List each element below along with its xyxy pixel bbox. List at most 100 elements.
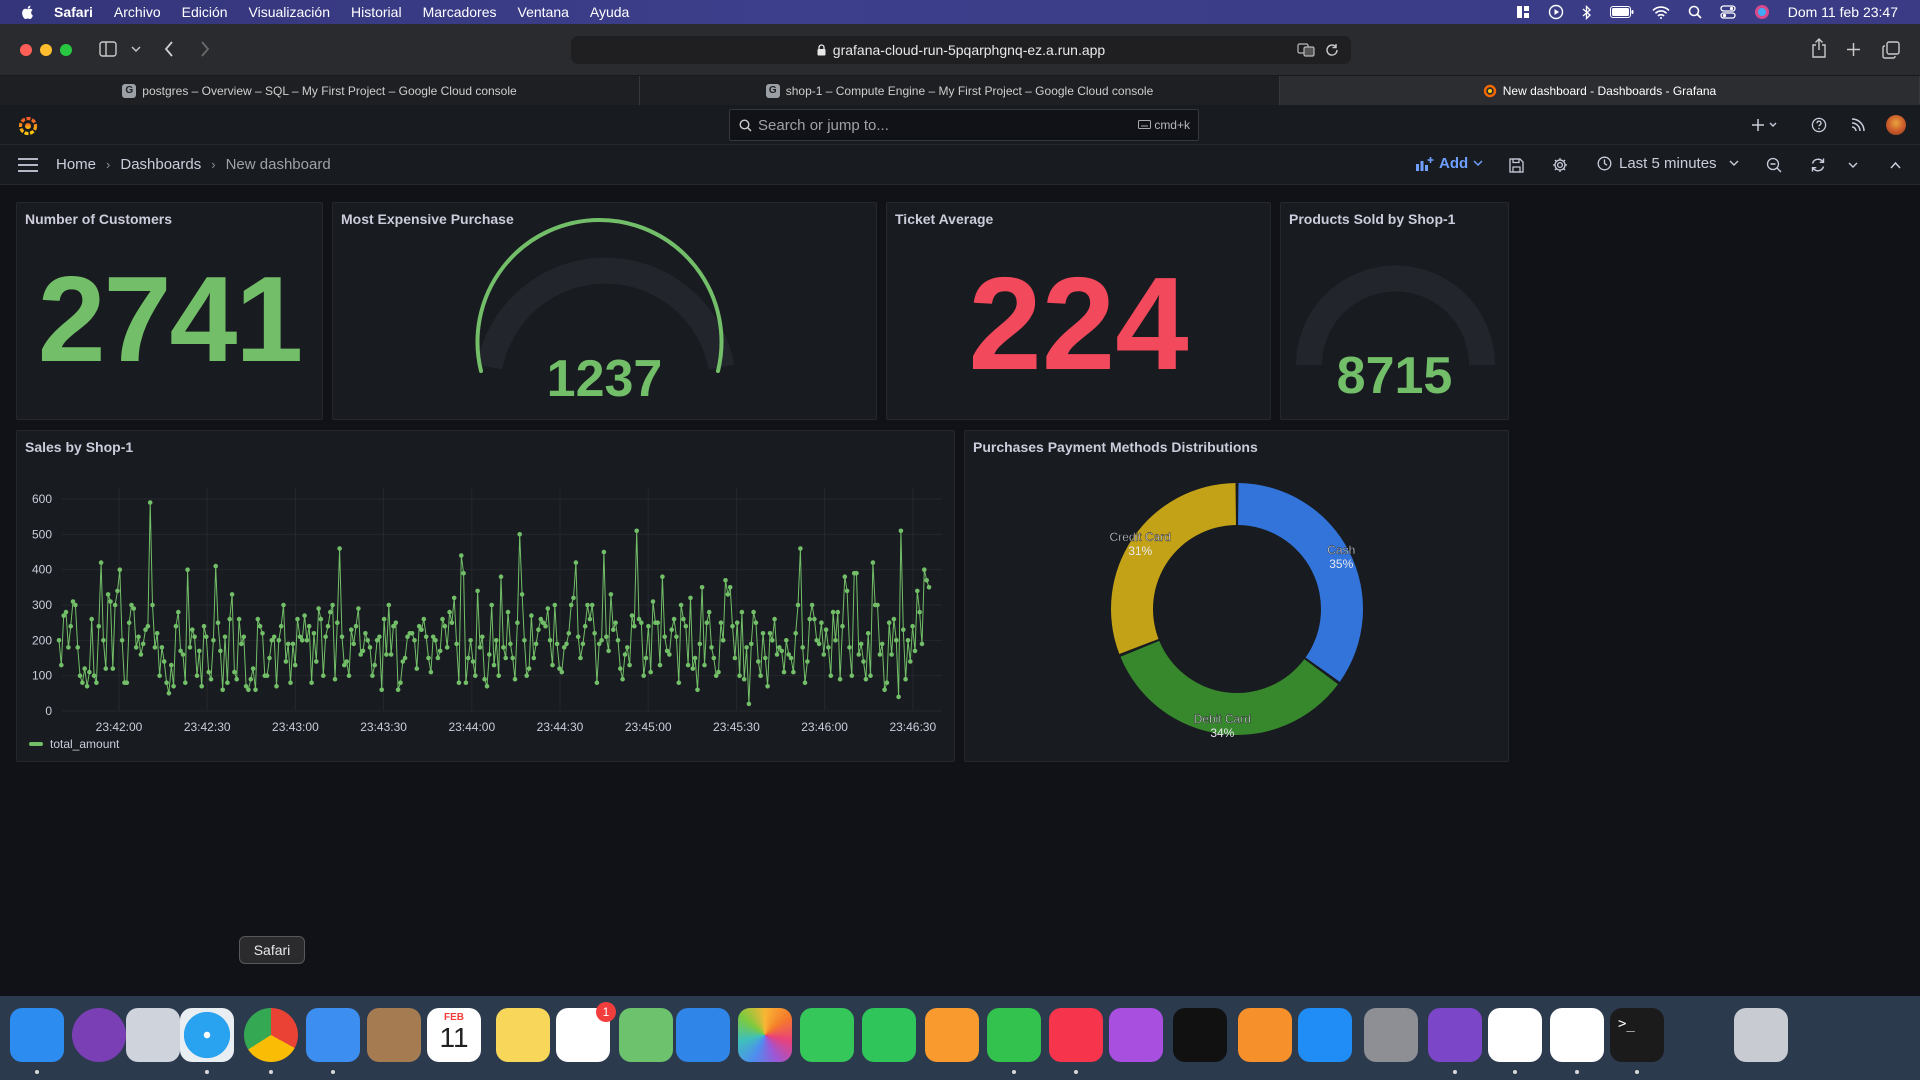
contacts-icon[interactable] [367, 1008, 421, 1062]
messages-icon[interactable] [800, 1008, 854, 1062]
tab-postgres[interactable]: G postgres – Overview – SQL – My First P… [0, 76, 640, 105]
data-point [774, 652, 780, 657]
chevron-down-icon[interactable] [131, 46, 141, 53]
panel-sales-by-shop[interactable]: Sales by Shop-1 0 100 200 300 400 500 600 23:42… [16, 430, 955, 762]
podcasts-icon[interactable] [1109, 1008, 1163, 1062]
panel-products-sold[interactable]: Products Sold by Shop-1 8715 [1280, 202, 1509, 420]
data-point [709, 645, 714, 650]
user-avatar[interactable] [1886, 115, 1906, 135]
data-point [613, 620, 618, 625]
tab-overview-icon[interactable] [1882, 41, 1900, 59]
data-point [812, 616, 817, 622]
menu-ayuda[interactable]: Ayuda [590, 4, 629, 20]
grafana-logo-icon[interactable] [16, 113, 40, 137]
siri-menu-icon[interactable] [1754, 4, 1770, 20]
panel-payment-methods[interactable]: Purchases Payment Methods Distributions … [964, 430, 1509, 762]
menu-archivo[interactable]: Archivo [114, 4, 161, 20]
calendar-icon[interactable]: FEB 11 [427, 1008, 481, 1062]
pages-icon[interactable] [925, 1008, 979, 1062]
panel-ticket-average[interactable]: Ticket Average 224 [886, 202, 1271, 420]
reload-icon[interactable] [1325, 43, 1339, 57]
music-icon[interactable] [1049, 1008, 1103, 1062]
collapse-chevron-up-icon[interactable] [1890, 161, 1901, 169]
data-point [105, 592, 111, 597]
refresh-interval-chevron-icon[interactable] [1848, 162, 1858, 169]
photos-icon[interactable] [738, 1008, 792, 1062]
terminal-icon[interactable]: >_ [1610, 1008, 1664, 1062]
pgadmin-icon[interactable] [1550, 1008, 1604, 1062]
new-menu-plus-icon[interactable] [1752, 118, 1778, 132]
system-settings-icon[interactable] [1364, 1008, 1418, 1062]
chrome-icon[interactable] [244, 1008, 298, 1062]
menu-edicion[interactable]: Edición [182, 4, 228, 20]
address-bar[interactable]: grafana-cloud-run-5pqarphgnq-ez.a.run.ap… [571, 36, 1351, 64]
mail-icon[interactable] [306, 1008, 360, 1062]
new-tab-icon[interactable] [1846, 42, 1861, 57]
search-input[interactable]: Search or jump to... cmd+k [729, 109, 1199, 141]
github-desktop-icon[interactable] [1428, 1008, 1482, 1062]
books-icon[interactable] [1238, 1008, 1292, 1062]
facetime-icon[interactable] [862, 1008, 916, 1062]
zoom-window-button[interactable] [60, 44, 72, 56]
forward-icon[interactable] [200, 41, 210, 57]
zoom-out-icon[interactable] [1766, 157, 1782, 173]
apple-menu-icon[interactable] [20, 4, 36, 20]
sidebar-toggle-icon[interactable] [99, 41, 117, 57]
reminders-icon[interactable]: 1 [556, 1002, 616, 1062]
panel-number-of-customers[interactable]: Number of Customers 2741 [16, 202, 323, 420]
vscode-icon[interactable] [1488, 1008, 1542, 1062]
menu-marcadores[interactable]: Marcadores [423, 4, 497, 20]
siri-icon[interactable] [72, 1008, 126, 1062]
numbers-icon[interactable] [987, 1008, 1041, 1062]
save-dashboard-icon[interactable] [1509, 158, 1524, 173]
clock[interactable]: Dom 11 feb 23:47 [1788, 4, 1898, 20]
help-icon[interactable] [1811, 117, 1827, 133]
add-button[interactable]: Add [1416, 155, 1483, 172]
dashboard-settings-gear-icon[interactable] [1552, 157, 1568, 173]
safari-icon[interactable] [180, 1008, 234, 1062]
stat-value: 2741 [37, 251, 303, 387]
panel-most-expensive-purchase[interactable]: Most Expensive Purchase 1237 [332, 202, 877, 420]
translate-icon[interactable] [1297, 43, 1315, 57]
data-point [477, 645, 483, 650]
menu-visualizacion[interactable]: Visualización [249, 4, 330, 20]
notes-icon[interactable] [496, 1008, 550, 1062]
close-window-button[interactable] [20, 44, 32, 56]
tab-shop-1[interactable]: G shop-1 – Compute Engine – My First Pro… [640, 76, 1280, 105]
spotlight-icon[interactable] [1688, 5, 1702, 19]
menu-app-name[interactable]: Safari [54, 4, 93, 20]
minimize-window-button[interactable] [40, 44, 52, 56]
data-point [475, 588, 480, 594]
keynote-icon[interactable] [676, 1008, 730, 1062]
menu-ventana[interactable]: Ventana [518, 4, 569, 20]
data-point [807, 616, 812, 622]
appletv-icon[interactable] [1173, 1008, 1227, 1062]
share-icon[interactable] [1811, 38, 1827, 58]
breadcrumb-dashboards[interactable]: Dashboards [120, 156, 201, 173]
finder-icon[interactable] [10, 1008, 64, 1062]
news-feed-icon[interactable] [1850, 117, 1866, 133]
appstore-icon[interactable] [1298, 1008, 1352, 1062]
back-icon[interactable] [164, 41, 174, 57]
time-range-picker[interactable]: Last 5 minutes [1597, 155, 1739, 172]
battery-icon[interactable] [1609, 6, 1634, 18]
menu-historial[interactable]: Historial [351, 4, 402, 20]
play-icon[interactable] [1548, 4, 1564, 20]
data-point [222, 634, 228, 640]
data-point [461, 570, 466, 576]
control-center-icon[interactable] [1720, 5, 1736, 19]
breadcrumb-home[interactable]: Home [56, 156, 96, 173]
wifi-icon[interactable] [1652, 5, 1670, 19]
menu-hamburger-icon[interactable] [18, 158, 38, 172]
refresh-icon[interactable] [1810, 157, 1826, 173]
bluetooth-icon[interactable] [1582, 4, 1592, 20]
maps-icon[interactable] [619, 1008, 673, 1062]
data-point [377, 634, 382, 640]
chart-legend[interactable]: total_amount [29, 737, 119, 751]
launchpad-icon[interactable] [126, 1008, 180, 1062]
stage-manager-icon[interactable] [1516, 5, 1530, 19]
tab-grafana-dashboard[interactable]: New dashboard - Dashboards - Grafana [1280, 76, 1920, 105]
search-placeholder: Search or jump to... [758, 116, 889, 134]
trash-icon[interactable] [1734, 1008, 1788, 1062]
y-tick-label: 600 [32, 492, 52, 506]
